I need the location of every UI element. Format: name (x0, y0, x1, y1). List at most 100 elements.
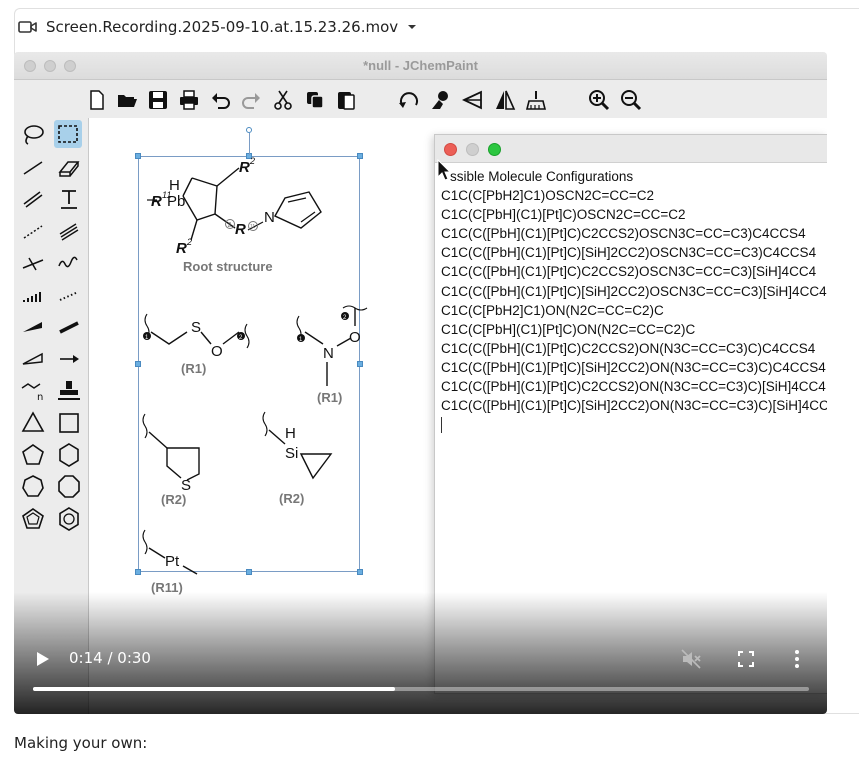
smiles-line: C1C(C([PbH](C1)[Pt]C)C2CCS2)ON(N3C=CC=C3… (441, 379, 826, 395)
app-toolbar (14, 80, 827, 118)
svg-text:2: 2 (249, 156, 255, 166)
smiles-line: C1C(C[PbH](C1)[Pt]C)OSCN2C=CC=C2 (441, 207, 686, 223)
select-rect-tool[interactable] (54, 120, 82, 148)
dashed-bond-icon[interactable] (20, 218, 46, 244)
svg-text:S: S (191, 319, 201, 336)
svg-text:Pt: Pt (165, 553, 180, 570)
text-caret (441, 417, 442, 434)
svg-text:R: R (176, 240, 187, 257)
smiles-list: C1C(C[PbH2]C1)OSCN2C=CC=C2 C1C(C[PbH](C1)… (441, 186, 827, 415)
svg-text:11: 11 (250, 224, 255, 230)
svg-text:Pb: Pb (167, 193, 185, 210)
text-tool-icon[interactable] (56, 186, 82, 212)
popup-zoom-button[interactable] (488, 143, 501, 156)
fullscreen-icon[interactable] (737, 650, 755, 668)
popup-minimize-button[interactable] (466, 143, 479, 156)
smiles-line: C1C(C[PbH2]C1)OSCN2C=CC=C2 (441, 188, 655, 204)
wavy-bond-icon[interactable] (56, 250, 82, 276)
svg-text:R: R (151, 193, 162, 210)
volume-muted-icon[interactable] (680, 648, 702, 670)
window-title: *null - JChemPaint (363, 58, 478, 73)
open-folder-icon[interactable] (116, 89, 138, 111)
chain-n-icon[interactable]: n (20, 378, 46, 404)
arrow-icon[interactable] (56, 346, 82, 372)
lasso-icon[interactable] (20, 122, 46, 148)
zoom-out-icon[interactable] (620, 89, 642, 111)
molecule-drawing: H R 11 Pb R 2 2 R 11 N R 2 1 S O 2 1 N O… (142, 156, 368, 575)
svg-text:Si: Si (285, 445, 298, 462)
smiles-line: C1C(C([PbH](C1)[Pt]C)C2CCS2)OSCN3C=CC=C3… (441, 264, 817, 280)
aromatic-pentagon-icon[interactable] (20, 506, 46, 532)
file-name: Screen.Recording.2025-09-10.at.15.23.26.… (46, 18, 399, 36)
triangle-ring-icon[interactable] (20, 410, 46, 436)
dotted-bond-icon[interactable] (56, 282, 82, 308)
double-bond-icon[interactable] (20, 186, 46, 212)
svg-text:O: O (349, 329, 361, 346)
heptagon-ring-icon[interactable] (20, 474, 46, 500)
svg-text:N: N (264, 209, 275, 226)
svg-text:N: N (323, 345, 334, 362)
configurations-text[interactable]: ssible Molecule Configurations C1C(C[PbH… (441, 167, 827, 438)
zoom-in-icon[interactable] (588, 89, 610, 111)
hexagon-ring-icon[interactable] (56, 442, 82, 468)
triple-bond-icon[interactable] (56, 218, 82, 244)
popup-close-button[interactable] (444, 143, 457, 156)
eraser-icon[interactable] (56, 154, 82, 180)
single-bond-icon[interactable] (20, 154, 46, 180)
select-rectangle-icon (58, 125, 78, 143)
root-structure-caption: Root structure (183, 259, 273, 274)
smiles-line: C1C(C([PbH](C1)[Pt]C)[SiH]2CC2)ON(N3C=CC… (441, 359, 826, 375)
smiles-line: C1C(C[PbH](C1)[Pt]C)ON(N2C=CC=C2)C (441, 321, 696, 337)
open-wedge-icon[interactable] (20, 346, 46, 372)
svg-text:H: H (285, 425, 296, 442)
smiles-line: C1C(C([PbH](C1)[Pt]C)C2CCS2)ON(N3C=CC=C3… (441, 340, 816, 356)
copy-icon[interactable] (304, 89, 326, 111)
stamp-template-icon[interactable] (56, 378, 82, 404)
svg-text:O: O (211, 343, 223, 360)
video-player[interactable]: *null - JChemPaint n H R 11 Pb R 2 2 R 1… (14, 52, 827, 714)
cut-icon[interactable] (272, 89, 294, 111)
octagon-ring-icon[interactable] (56, 474, 82, 500)
benzene-ring-icon[interactable] (56, 506, 82, 532)
mouse-cursor-icon (437, 159, 452, 181)
print-icon[interactable] (178, 89, 200, 111)
crossed-bond-icon[interactable] (20, 250, 46, 276)
svg-text:n: n (37, 392, 43, 403)
more-vertical-icon[interactable] (793, 649, 801, 669)
video-timestamp: 0:14 / 0:30 (69, 649, 151, 667)
clean-structure-icon[interactable] (430, 89, 452, 111)
configurations-heading: ssible Molecule Configurations (450, 169, 634, 184)
rotate-icon[interactable] (398, 89, 420, 111)
paste-icon[interactable] (335, 89, 357, 111)
video-progress-bar[interactable] (33, 687, 809, 691)
new-file-icon[interactable] (86, 89, 108, 111)
smiles-line: C1C(C([PbH](C1)[Pt]C)C2CCS2)OSCN3C=CC=C3… (441, 226, 806, 242)
cleanup-broom-icon[interactable] (525, 89, 547, 111)
r2-label-b: (R2) (279, 491, 305, 506)
smiles-line: C1C(C([PbH](C1)[Pt]C)[SiH]2CC2)ON(N3C=CC… (441, 398, 827, 414)
caret-down-icon[interactable] (406, 21, 418, 33)
pentagon-ring-icon[interactable] (20, 442, 46, 468)
configurations-titlebar (435, 135, 827, 163)
flip-vertical-icon[interactable] (494, 89, 516, 111)
save-icon[interactable] (147, 89, 169, 111)
bold-bond-icon[interactable] (56, 314, 82, 340)
video-icon (18, 21, 37, 33)
svg-text:2: 2 (228, 222, 232, 229)
hash-wedge-icon[interactable] (20, 282, 46, 308)
redo-icon[interactable] (240, 89, 262, 111)
undo-icon[interactable] (210, 89, 232, 111)
r2-label-a: (R2) (161, 492, 187, 507)
flip-horizontal-icon[interactable] (462, 89, 484, 111)
r1-label-b: (R1) (317, 390, 343, 405)
square-ring-icon[interactable] (56, 410, 82, 436)
r1-label-a: (R1) (181, 361, 207, 376)
file-header[interactable]: Screen.Recording.2025-09-10.at.15.23.26.… (18, 12, 418, 42)
app-titlebar: *null - JChemPaint (14, 52, 827, 80)
smiles-line: C1C(C([PbH](C1)[Pt]C)[SiH]2CC2)OSCN3C=CC… (441, 245, 817, 261)
smiles-line: C1C(C([PbH](C1)[Pt]C)[SiH]2CC2)OSCN3C=CC… (441, 283, 827, 299)
video-progress-fill (33, 687, 396, 691)
svg-text:R: R (239, 159, 250, 176)
play-icon[interactable] (36, 651, 50, 667)
wedge-bond-icon[interactable] (20, 314, 46, 340)
